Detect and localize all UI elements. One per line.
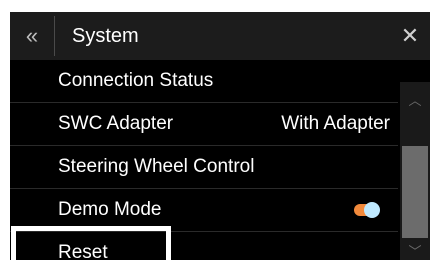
header-bar: « System ✕	[10, 12, 430, 60]
list-item-label: Steering Wheel Control	[58, 156, 255, 177]
list-item-label: Connection Status	[58, 70, 214, 91]
list-item-label: SWC Adapter	[58, 113, 174, 134]
reset-highlight-frame	[11, 226, 171, 266]
toggle-knob	[364, 202, 380, 218]
list-item-connection-status[interactable]: Connection Status	[10, 60, 398, 103]
header-divider	[54, 16, 55, 56]
scrollbar[interactable]: ︿ ﹀	[400, 82, 430, 260]
list-item-value: With Adapter	[281, 113, 390, 134]
page-title: System	[72, 24, 139, 47]
list-item-label: Demo Mode	[58, 199, 162, 220]
list-item-swc-adapter[interactable]: SWC Adapter With Adapter	[10, 103, 398, 146]
list-item-steering-wheel-control[interactable]: Steering Wheel Control	[10, 146, 398, 189]
settings-screen: « System ✕ Connection Status SWC Adapter…	[10, 12, 430, 260]
chevron-down-icon[interactable]: ﹀	[400, 240, 430, 260]
demo-mode-toggle[interactable]	[354, 202, 380, 218]
close-icon[interactable]: ✕	[390, 12, 430, 60]
back-icon[interactable]: «	[10, 12, 54, 60]
chevron-up-icon[interactable]: ︿	[400, 82, 430, 116]
scroll-thumb[interactable]	[402, 146, 428, 238]
